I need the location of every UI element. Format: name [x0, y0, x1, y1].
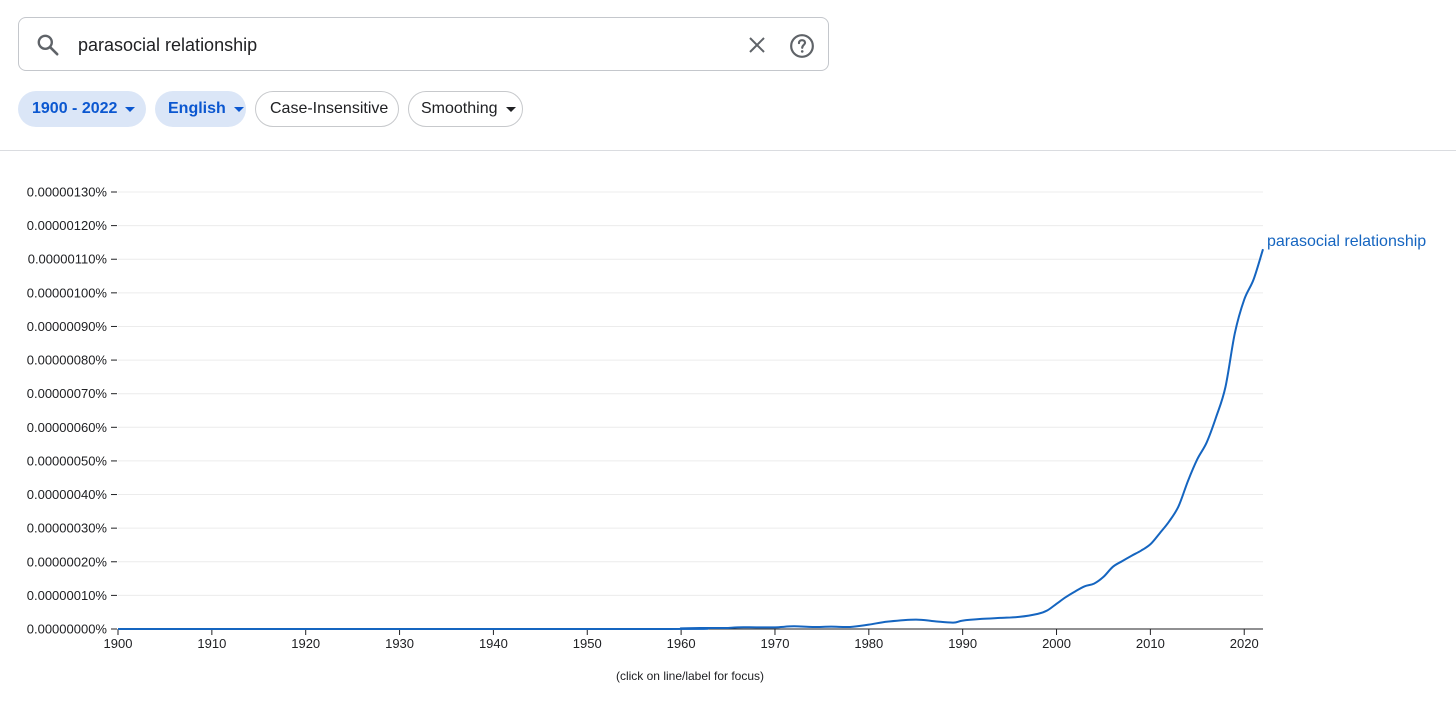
- y-tick-label: 0.00000000%: [27, 622, 108, 637]
- y-tick-label: 0.00000040%: [27, 487, 108, 502]
- y-tick-label: 0.00000050%: [27, 453, 108, 468]
- corpus-dropdown[interactable]: English: [155, 91, 246, 127]
- case-label: Case-Insensitive: [270, 100, 389, 117]
- x-tick-label: 1920: [291, 636, 320, 651]
- x-tick-label: 1980: [854, 636, 883, 651]
- x-tick-label: 1970: [761, 636, 790, 651]
- ngram-chart: 0.00000000% 0.00000010% 0.00000020% 0.00000…: [27, 185, 1427, 684]
- y-tick-label: 0.00000070%: [27, 386, 108, 401]
- series-line[interactable]: [117, 248, 1264, 631]
- y-tick-label: 0.00000030%: [27, 521, 108, 536]
- close-icon[interactable]: [745, 33, 769, 57]
- y-tick-label: 0.00000090%: [27, 319, 108, 334]
- chevron-down-icon: [233, 106, 244, 112]
- series-label[interactable]: parasocial relationship: [1267, 233, 1426, 250]
- corpus-label: English: [168, 100, 226, 117]
- x-tick-label: 1900: [104, 636, 133, 651]
- year-range-dropdown[interactable]: 1900 - 2022: [18, 91, 146, 127]
- y-tick-label: 0.00000120%: [27, 218, 108, 233]
- x-tick-label: 1950: [573, 636, 602, 651]
- chevron-down-icon: [125, 106, 136, 112]
- y-axis: 0.00000000% 0.00000010% 0.00000020% 0.00000…: [27, 185, 117, 637]
- x-tick-label: 1930: [385, 636, 414, 651]
- x-tick-label: 1960: [667, 636, 696, 651]
- search-box[interactable]: parasocial relationship: [18, 17, 829, 71]
- smoothing-label: Smoothing: [421, 100, 498, 117]
- search-icon: [37, 34, 59, 56]
- smoothing-dropdown[interactable]: Smoothing: [408, 91, 523, 127]
- x-tick-label: 2000: [1042, 636, 1071, 651]
- year-range-label: 1900 - 2022: [32, 100, 118, 117]
- x-tick-label: 1990: [948, 636, 977, 651]
- y-tick-label: 0.00000020%: [27, 554, 108, 569]
- help-icon[interactable]: [789, 33, 815, 59]
- grid-lines: [118, 191, 1263, 596]
- y-tick-label: 0.00000060%: [27, 420, 108, 435]
- search-input[interactable]: parasocial relationship: [78, 33, 257, 57]
- x-tick-label: 1910: [197, 636, 226, 651]
- y-tick-label: 0.00000130%: [27, 185, 108, 200]
- x-axis: 1900 1910 1920 1930 1940 1950 1960 1970 1980 1990…: [104, 628, 1263, 651]
- case-insensitive-toggle[interactable]: Case-Insensitive: [255, 91, 399, 127]
- y-tick-label: 0.00000100%: [27, 285, 108, 300]
- focus-hint: (click on line/label for focus): [616, 669, 764, 683]
- x-tick-label: 1940: [479, 636, 508, 651]
- y-tick-label: 0.00000010%: [27, 588, 108, 603]
- y-tick-label: 0.00000110%: [28, 252, 108, 267]
- chevron-down-icon: [505, 106, 516, 112]
- y-tick-label: 0.00000080%: [27, 353, 108, 368]
- x-tick-label: 2010: [1136, 636, 1165, 651]
- x-tick-label: 2020: [1230, 636, 1259, 651]
